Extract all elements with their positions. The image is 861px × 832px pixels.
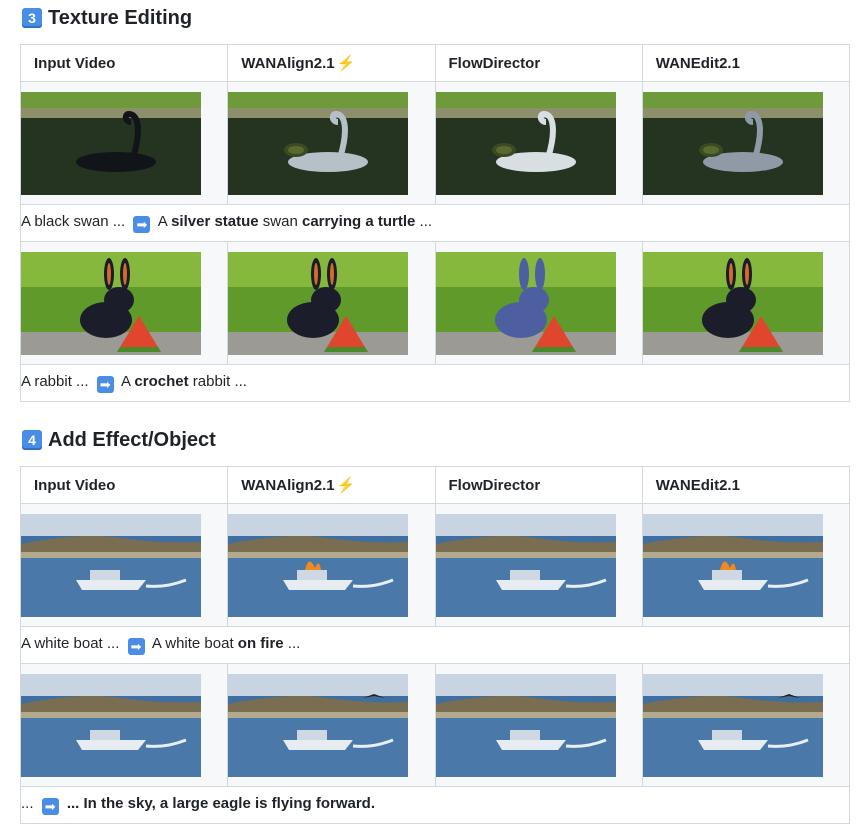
caption-target-part: A: [154, 213, 172, 230]
caption-row: A rabbit ... ➡ A crochet rabbit ...: [20, 364, 850, 402]
caption-cell: ... ➡ ... In the sky, a large eagle is f…: [20, 786, 850, 824]
column-header-label: WANAlign2.1: [241, 477, 335, 494]
caption-target-part: swan: [258, 213, 302, 230]
caption-target-part: crochet: [134, 373, 189, 390]
section-title: Add Effect/Object: [48, 428, 216, 451]
rabbit-thumbnail-3: [642, 251, 823, 355]
rabbit-thumbnail-2: [435, 251, 616, 355]
swan-thumbnail-1: [228, 91, 409, 195]
right-arrow-icon: ➡: [127, 638, 145, 655]
caption-source: A rabbit ...: [21, 373, 93, 390]
column-header: WANEdit2.1: [641, 466, 851, 504]
caption-source: A white boat ...: [21, 635, 124, 652]
video-cell: [19, 81, 229, 205]
rabbit-thumbnail-0: [21, 251, 201, 355]
video-cell: [227, 81, 436, 205]
video-cell: [641, 663, 851, 787]
section-heading: 3 Texture Editing: [22, 5, 192, 31]
right-arrow-icon: ➡: [96, 376, 114, 393]
caption-target-part: ...: [415, 213, 433, 230]
video-cell: [19, 663, 229, 787]
caption-source: ...: [21, 795, 38, 812]
boat2-thumbnail-2: [435, 673, 616, 777]
caption-target-part: on fire: [237, 635, 284, 652]
caption-row: A black swan ... ➡ A silver statue swan …: [20, 204, 850, 242]
section-heading: 4 Add Effect/Object: [22, 427, 216, 453]
right-arrow-icon: ➡: [133, 216, 151, 233]
swan-thumbnail-3: [642, 91, 823, 195]
video-cell: [641, 81, 851, 205]
video-cell: [434, 241, 643, 365]
column-header: WANAlign2.1 ⚡: [227, 466, 436, 504]
caption-cell: A black swan ... ➡ A silver statue swan …: [20, 204, 850, 242]
column-header: Input Video: [19, 466, 229, 504]
boat-thumbnail-3: [642, 513, 823, 617]
caption-source: A black swan ...: [21, 213, 130, 230]
caption-target-part: A white boat: [148, 635, 238, 652]
caption-cell: A rabbit ... ➡ A crochet rabbit ...: [20, 364, 850, 402]
table-row: [19, 663, 851, 787]
swan-thumbnail-2: [435, 91, 616, 195]
column-header-label: WANAlign2.1: [241, 55, 335, 72]
boat2-thumbnail-0: [21, 673, 201, 777]
caption-target-part: rabbit ...: [188, 373, 247, 390]
column-header: FlowDirector: [434, 466, 643, 504]
table-header-row: Input Video WANAlign2.1 ⚡ FlowDirector WANEd…: [19, 466, 851, 504]
caption-target-part: ... In the sky, a large eagle is flying …: [62, 795, 375, 812]
video-cell: [641, 503, 851, 627]
number-keycap-icon: 4: [22, 430, 42, 450]
table-row: [19, 503, 851, 627]
column-header-label: FlowDirector: [448, 476, 541, 494]
caption-target-part: silver statue: [171, 213, 259, 230]
comparison-table: Input Video WANAlign2.1 ⚡ FlowDirector WANEd…: [19, 44, 851, 402]
video-cell: [227, 503, 436, 627]
column-header-label: WANEdit2.1: [655, 476, 740, 494]
caption-cell: A white boat ... ➡ A white boat on fire …: [20, 626, 850, 664]
caption-target-part: carrying a turtle: [301, 213, 416, 230]
boat2-thumbnail-1: [228, 673, 409, 777]
section-title: Texture Editing: [48, 6, 193, 29]
boat-thumbnail-0: [21, 513, 201, 617]
video-cell: [641, 241, 851, 365]
table-row: [19, 81, 851, 205]
right-arrow-icon: ➡: [41, 798, 59, 815]
column-header: FlowDirector: [434, 44, 643, 82]
boat-thumbnail-1: [228, 513, 409, 617]
caption-row: ... ➡ ... In the sky, a large eagle is f…: [20, 786, 850, 824]
video-cell: [434, 663, 643, 787]
column-header-label: Input Video: [34, 476, 116, 494]
video-cell: [227, 663, 436, 787]
column-header: WANAlign2.1 ⚡: [227, 44, 436, 82]
video-cell: [434, 81, 643, 205]
caption-target-part: A: [117, 373, 135, 390]
table-header-row: Input Video WANAlign2.1 ⚡ FlowDirector WANEd…: [19, 44, 851, 82]
table-row: [19, 241, 851, 365]
column-header: Input Video: [19, 44, 229, 82]
video-cell: [19, 503, 229, 627]
rabbit-thumbnail-1: [228, 251, 409, 355]
boat-thumbnail-2: [435, 513, 616, 617]
caption-row: A white boat ... ➡ A white boat on fire …: [20, 626, 850, 664]
column-header-label: WANEdit2.1: [655, 54, 740, 72]
boat2-thumbnail-3: [642, 673, 823, 777]
number-keycap-icon: 3: [22, 8, 42, 28]
video-cell: [19, 241, 229, 365]
lightning-icon: ⚡: [336, 55, 356, 72]
lightning-icon: ⚡: [336, 477, 356, 494]
column-header-label: FlowDirector: [448, 54, 541, 72]
swan-thumbnail-0: [21, 91, 201, 195]
video-cell: [227, 241, 436, 365]
comparison-table: Input Video WANAlign2.1 ⚡ FlowDirector WANEd…: [19, 466, 851, 824]
column-header: WANEdit2.1: [641, 44, 851, 82]
video-cell: [434, 503, 643, 627]
column-header-label: Input Video: [34, 54, 116, 72]
caption-target-part: ...: [283, 635, 301, 652]
